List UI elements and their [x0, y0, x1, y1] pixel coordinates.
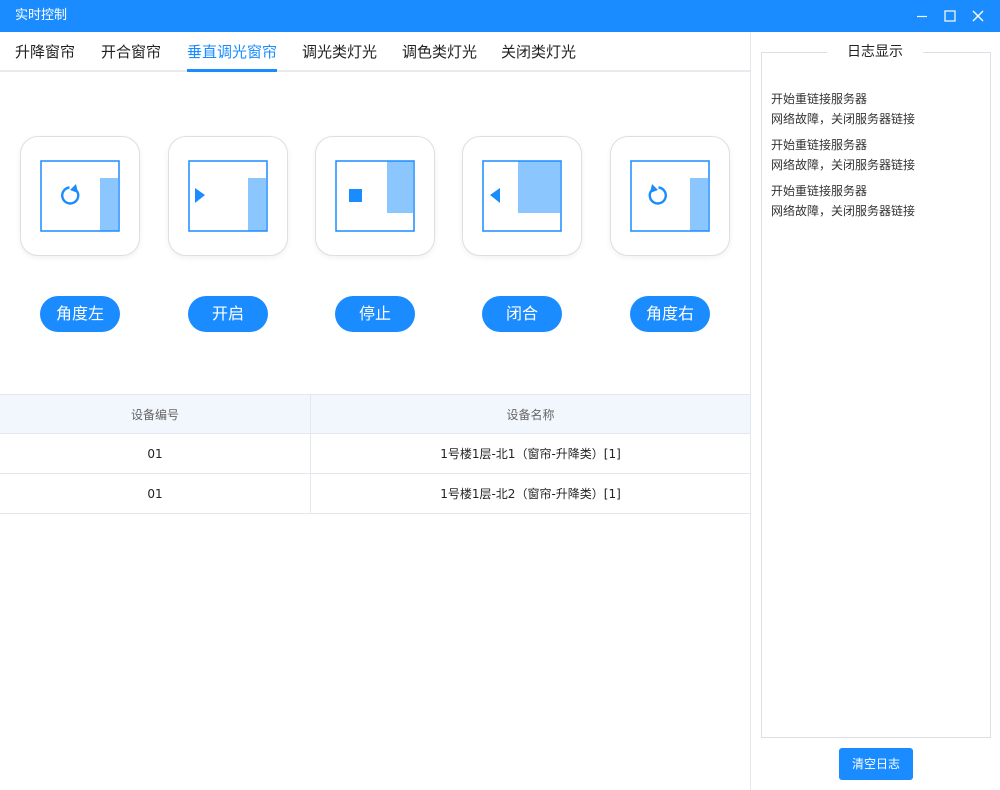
- stop-card[interactable]: [315, 136, 435, 256]
- tab-open-close-curtain[interactable]: 开合窗帘: [101, 32, 161, 72]
- stop-button[interactable]: 停止: [335, 296, 415, 332]
- tab-off-light[interactable]: 关闭类灯光: [501, 32, 576, 72]
- title-bar: 实时控制: [0, 0, 1000, 32]
- tab-vertical-dimming-curtain[interactable]: 垂直调光窗帘: [187, 32, 278, 72]
- control-panel: 升降窗帘 开合窗帘 垂直调光窗帘 调光类灯光 调色类灯光 关闭类灯光 角度左 开…: [0, 32, 750, 790]
- table-row[interactable]: 01 1号楼1层-北2（窗帘-升降类）[1]: [0, 474, 750, 514]
- header-device-name: 设备名称: [506, 407, 555, 422]
- log-entry: 开始重链接服务器 网络故障，关闭服务器链接: [771, 135, 986, 175]
- window-title: 实时控制: [15, 8, 68, 23]
- log-line: 网络故障，关闭服务器链接: [771, 204, 916, 218]
- log-line: 网络故障，关闭服务器链接: [771, 158, 916, 172]
- close-card[interactable]: [462, 136, 582, 256]
- open-card[interactable]: [168, 136, 288, 256]
- log-box: 开始重链接服务器 网络故障，关闭服务器链接 开始重链接服务器 网络故障，关闭服务…: [761, 52, 991, 738]
- log-title: 日志显示: [827, 42, 923, 62]
- table-row[interactable]: 01 1号楼1层-北1（窗帘-升降类）[1]: [0, 434, 750, 474]
- close-icon: [972, 10, 984, 22]
- log-entries: 开始重链接服务器 网络故障，关闭服务器链接 开始重链接服务器 网络故障，关闭服务…: [771, 89, 986, 227]
- angle-left-card[interactable]: [20, 136, 140, 256]
- log-line: 开始重链接服务器: [771, 92, 868, 106]
- tab-color-light[interactable]: 调色类灯光: [402, 32, 477, 72]
- log-line: 开始重链接服务器: [771, 138, 868, 152]
- clear-log-button[interactable]: 清空日志: [839, 748, 913, 780]
- device-id-cell: 01: [0, 434, 311, 473]
- log-line: 网络故障，关闭服务器链接: [771, 112, 916, 126]
- tab-lift-curtain[interactable]: 升降窗帘: [15, 32, 75, 72]
- tab-dimming-light[interactable]: 调光类灯光: [302, 32, 377, 72]
- device-name-cell: 1号楼1层-北1（窗帘-升降类）[1]: [440, 447, 621, 461]
- rotate-ccw-icon: [630, 160, 710, 232]
- angle-left-button[interactable]: 角度左: [40, 296, 120, 332]
- angle-right-button[interactable]: 角度右: [630, 296, 710, 332]
- table-header-row: 设备编号 设备名称: [0, 394, 750, 434]
- angle-right-card[interactable]: [610, 136, 730, 256]
- device-name-cell: 1号楼1层-北2（窗帘-升降类）[1]: [440, 487, 621, 501]
- log-entry: 开始重链接服务器 网络故障，关闭服务器链接: [771, 181, 986, 221]
- maximize-button[interactable]: [940, 6, 960, 26]
- open-button[interactable]: 开启: [188, 296, 268, 332]
- play-icon: [188, 160, 268, 232]
- log-entry: 开始重链接服务器 网络故障，关闭服务器链接: [771, 89, 986, 129]
- tab-bar: 升降窗帘 开合窗帘 垂直调光窗帘 调光类灯光 调色类灯光 关闭类灯光: [0, 32, 750, 72]
- close-button-pill[interactable]: 闭合: [482, 296, 562, 332]
- minimize-icon: [917, 15, 927, 18]
- play-back-icon: [482, 160, 562, 232]
- header-device-id: 设备编号: [0, 395, 311, 433]
- log-panel: 开始重链接服务器 网络故障，关闭服务器链接 开始重链接服务器 网络故障，关闭服务…: [750, 32, 1000, 790]
- log-line: 开始重链接服务器: [771, 184, 868, 198]
- rotate-cw-icon: [40, 160, 120, 232]
- maximize-icon: [944, 10, 956, 22]
- stop-icon: [335, 160, 415, 232]
- close-button[interactable]: [968, 6, 988, 26]
- minimize-button[interactable]: [912, 6, 932, 26]
- device-id-cell: 01: [0, 474, 311, 513]
